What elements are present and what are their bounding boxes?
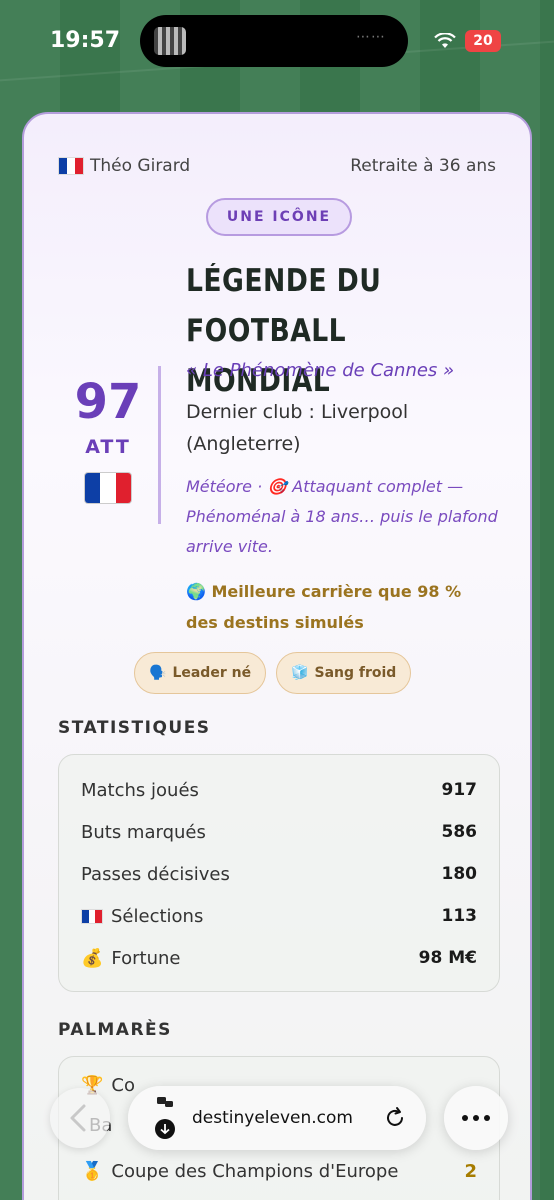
- stat-value: 917: [441, 780, 478, 800]
- palmares-label: Co: [111, 1075, 136, 1096]
- stat-value: 113: [441, 906, 478, 926]
- status-bar: 19:57 ⋯⋯ 20: [0, 0, 554, 90]
- stat-label: Buts marqués: [81, 821, 206, 843]
- palmares-label-group: 🥇 Coupe des Champions d'Europe: [81, 1161, 398, 1182]
- overall-rating: 97: [74, 374, 142, 430]
- career-comparison: 🌍 Meilleure carrière que 98 % des destin…: [186, 582, 462, 632]
- player-name: Théo Girard: [90, 156, 191, 176]
- destiny-card: Théo Girard Retraite à 36 ans UNE ICÔNE …: [22, 112, 532, 1200]
- france-flag-icon: [58, 157, 84, 175]
- chevron-left-icon: [70, 1104, 86, 1132]
- trait-label: Leader né: [172, 665, 252, 681]
- stat-label: Sélections: [111, 905, 204, 927]
- player-position: ATT: [85, 436, 131, 458]
- vertical-divider: [158, 366, 161, 524]
- trait-pill[interactable]: 🗣️ Leader né: [134, 652, 267, 694]
- last-club: Dernier club : Liverpool (Angleterre): [186, 401, 409, 455]
- address-bar[interactable]: destinyeleven.com: [128, 1086, 426, 1150]
- download-icon[interactable]: [154, 1118, 176, 1140]
- stats-section-title: STATISTIQUES: [58, 718, 211, 738]
- ice-cube-icon: 🧊: [291, 665, 309, 681]
- wifi-icon: [434, 33, 456, 48]
- palmares-label: Coupe des Champions d'Europe: [111, 1161, 399, 1182]
- trait-pills: 🗣️ Leader né 🧊 Sang froid: [134, 652, 412, 694]
- stat-value: 586: [441, 822, 478, 842]
- browser-back-button[interactable]: [50, 1088, 110, 1148]
- stat-label-group: Sélections: [81, 906, 203, 927]
- palmares-section-title: PALMARÈS: [58, 1020, 172, 1040]
- france-flag-icon: [81, 908, 103, 924]
- rating-block: 97 ATT: [74, 378, 142, 504]
- dynamic-island[interactable]: ⋯⋯: [140, 15, 408, 67]
- palmares-count: 2: [464, 1161, 477, 1182]
- status-time: 19:57: [50, 28, 121, 53]
- dot: [473, 1115, 479, 1121]
- palmares-row: 🥇 Coupe des Champions d'Europe 2: [81, 1161, 477, 1182]
- stat-label: Passes décisives: [81, 863, 230, 885]
- island-activity-icon: ⋯⋯: [356, 29, 386, 45]
- trait-pill[interactable]: 🧊 Sang froid: [276, 652, 412, 694]
- retirement-age: Retraite à 36 ans: [350, 156, 496, 176]
- player-name-row: Théo Girard: [58, 156, 190, 176]
- france-flag-icon: [84, 472, 132, 504]
- gold-medal-icon: 🥇: [81, 1161, 104, 1182]
- reload-icon[interactable]: [383, 1106, 407, 1130]
- stat-row: 💰 Fortune 98 M€: [81, 937, 477, 979]
- stat-label-group: 💰 Fortune: [81, 948, 181, 969]
- tier-badge: UNE ICÔNE: [206, 198, 352, 236]
- more-options-button[interactable]: [444, 1086, 508, 1150]
- tab-icon: [157, 1097, 173, 1107]
- player-nickname: « Le Phénomène de Cannes »: [186, 360, 455, 381]
- dot: [484, 1115, 490, 1121]
- career-description: Météore · 🎯 Attaquant complet — Phénomén…: [186, 477, 498, 556]
- money-bag-icon: 💰: [81, 947, 104, 969]
- stat-row: Sélections 113: [81, 895, 477, 937]
- stat-label: Matchs joués: [81, 779, 199, 801]
- stats-table: Matchs joués 917 Buts marqués 586 Passes…: [58, 754, 500, 992]
- now-playing-thumbnail: [154, 27, 186, 55]
- stat-value: 180: [441, 864, 478, 884]
- card-title: LÉGENDE DU FOOTBALL MONDIAL: [186, 263, 382, 399]
- stat-value: 98 M€: [418, 948, 477, 968]
- url-text: destinyeleven.com: [192, 1108, 353, 1128]
- dot: [462, 1115, 468, 1121]
- card-header: Théo Girard Retraite à 36 ans: [58, 156, 496, 176]
- stat-row: Buts marqués 586: [81, 811, 477, 853]
- stat-row: Matchs joués 917: [81, 769, 477, 811]
- battery-icon: 20: [465, 30, 501, 52]
- stat-row: Passes décisives 180: [81, 853, 477, 895]
- trait-label: Sang froid: [314, 665, 397, 681]
- speaking-head-icon: 🗣️: [149, 665, 167, 681]
- stat-label: Fortune: [111, 947, 181, 969]
